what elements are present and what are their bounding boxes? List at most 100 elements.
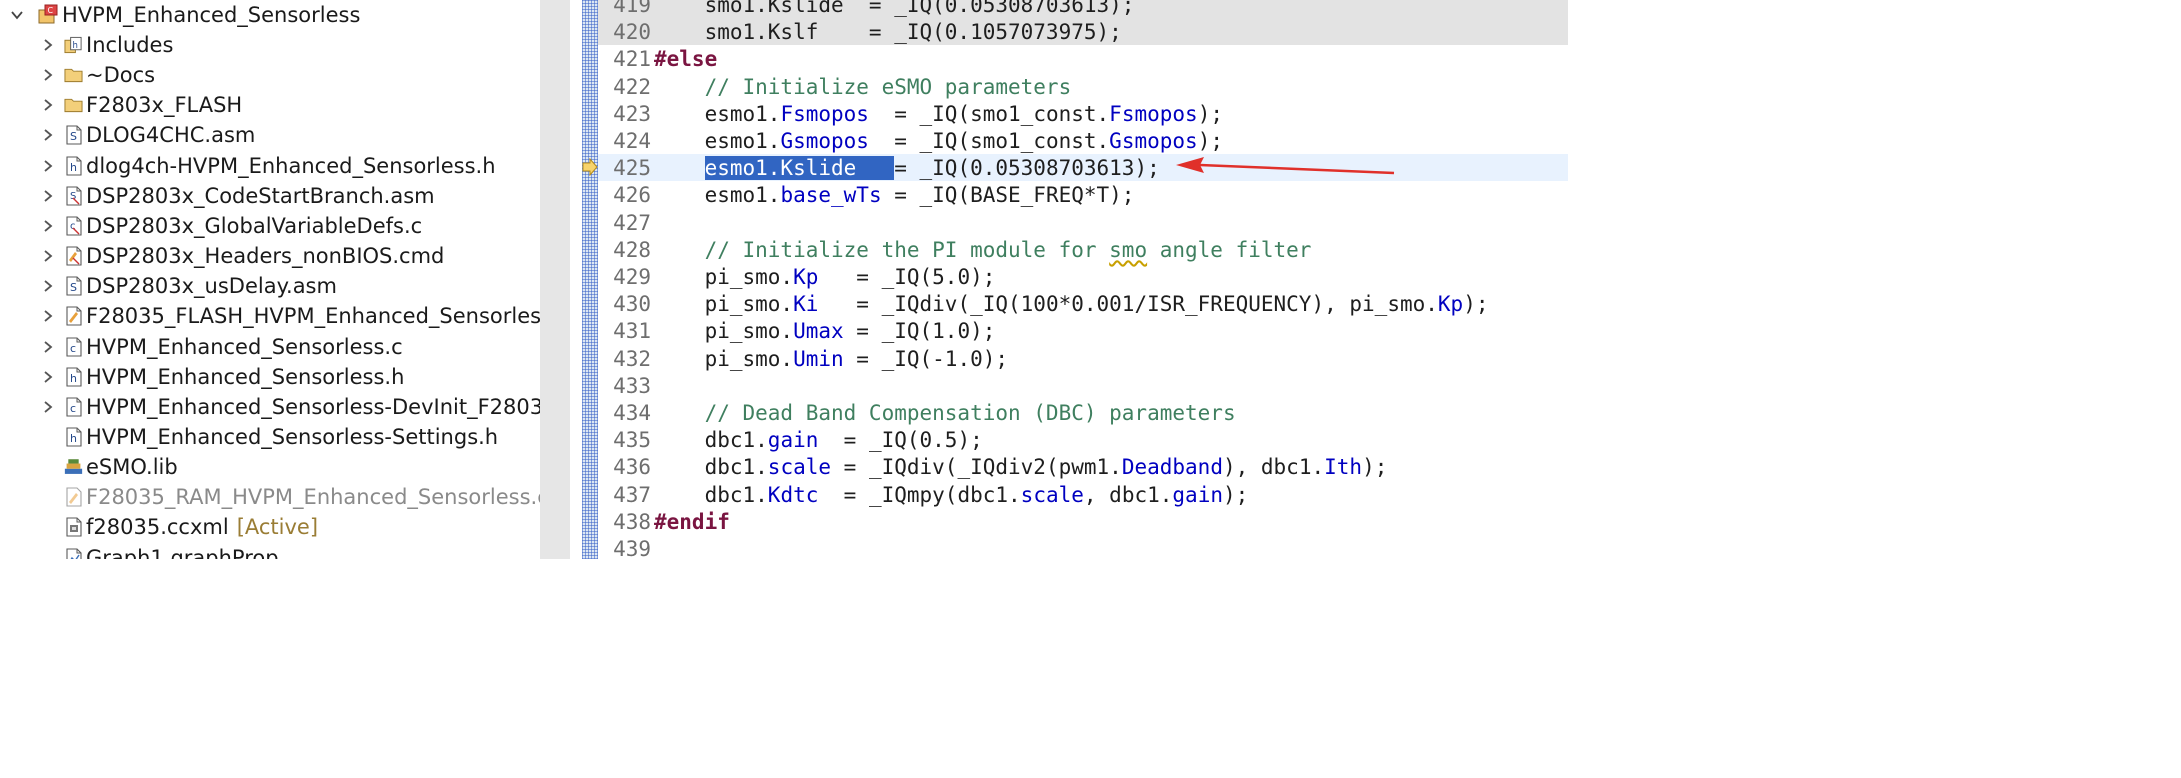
- tree-item[interactable]: h HVPM_Enhanced_Sensorless.h: [0, 362, 540, 392]
- chevron-right-icon[interactable]: [40, 67, 56, 83]
- tree-item[interactable]: S DLOG4CHC.asm: [0, 120, 540, 150]
- tree-item-label: eSMO.lib: [86, 455, 178, 480]
- tree-item[interactable]: f28035.ccxml [Active]: [0, 512, 540, 542]
- code-line[interactable]: 433: [598, 372, 1568, 399]
- code-line[interactable]: 435 dbc1.gain = _IQ(0.5);: [598, 426, 1568, 453]
- chevron-right-icon[interactable]: [40, 248, 56, 264]
- line-number: 422: [613, 74, 651, 99]
- tree-item[interactable]: Graph1.graphProp: [0, 543, 540, 559]
- tree-item[interactable]: h dlog4ch-HVPM_Enhanced_Sensorless.h: [0, 151, 540, 181]
- tree-item-label: ~Docs: [86, 63, 156, 88]
- code-line[interactable]: 421 #else: [598, 45, 1568, 72]
- code-text[interactable]: esmo1.Fsmopos = _IQ(smo1_const.Fsmopos);: [654, 102, 1223, 126]
- code-text[interactable]: pi_smo.Umax = _IQ(1.0);: [654, 319, 996, 343]
- code-text[interactable]: #else: [654, 47, 717, 71]
- chevron-right-icon[interactable]: [40, 399, 56, 415]
- tree-item[interactable]: DSP2803x_Headers_nonBIOS.cmd: [0, 241, 540, 271]
- line-number: 433: [613, 373, 651, 398]
- code-line[interactable]: 430 pi_smo.Ki = _IQdiv(_IQ(100*0.001/ISR…: [598, 290, 1568, 317]
- code-text[interactable]: esmo1.base_wTs = _IQ(BASE_FREQ*T);: [654, 183, 1135, 207]
- tree-item[interactable]: S DSP2803x_CodeStartBranch.asm: [0, 181, 540, 211]
- chevron-right-icon[interactable]: [40, 278, 56, 294]
- code-text[interactable]: dbc1.gain = _IQ(0.5);: [654, 428, 983, 452]
- code-line[interactable]: 429 pi_smo.Kp = _IQ(5.0);: [598, 263, 1568, 290]
- chevron-right-icon[interactable]: [40, 158, 56, 174]
- code-line[interactable]: 423 esmo1.Fsmopos = _IQ(smo1_const.Fsmop…: [598, 100, 1568, 127]
- c-file-icon: c: [64, 336, 83, 357]
- line-number: 430: [613, 292, 651, 317]
- code-line[interactable]: 425 esmo1.Kslide = _IQ(0.05308703613);: [598, 154, 1568, 182]
- code-text[interactable]: pi_smo.Kp = _IQ(5.0);: [654, 265, 996, 289]
- code-line[interactable]: 427: [598, 209, 1568, 236]
- current-instruction-arrow-icon[interactable]: [582, 158, 598, 176]
- line-number: 421: [613, 47, 651, 72]
- code-text[interactable]: // Initialize eSMO parameters: [654, 75, 1072, 99]
- code-line[interactable]: 424 esmo1.Gsmopos = _IQ(smo1_const.Gsmop…: [598, 127, 1568, 154]
- code-line[interactable]: 422 // Initialize eSMO parameters: [598, 73, 1568, 100]
- code-line[interactable]: 438 #endif: [598, 508, 1568, 535]
- tree-item-label: Graph1.graphProp: [86, 545, 279, 559]
- code-text[interactable]: // Dead Band Compensation (DBC) paramete…: [654, 401, 1236, 425]
- chevron-right-icon[interactable]: [40, 308, 56, 324]
- tree-item-label: DSP2803x_usDelay.asm: [86, 274, 337, 299]
- code-text[interactable]: dbc1.Kdtc = _IQmpy(dbc1.scale, dbc1.gain…: [654, 483, 1249, 507]
- code-line[interactable]: 432 pi_smo.Umin = _IQ(-1.0);: [598, 345, 1568, 372]
- code-text[interactable]: smo1.Kslide = _IQ(0.05308703613);: [654, 0, 1135, 17]
- code-line[interactable]: 428 // Initialize the PI module for smo …: [598, 236, 1568, 263]
- code-text[interactable]: #endif: [654, 510, 730, 534]
- code-text[interactable]: smo1.Kslf = _IQ(0.1057073975);: [654, 20, 1122, 44]
- code-text[interactable]: pi_smo.Ki = _IQdiv(_IQ(100*0.001/ISR_FRE…: [654, 292, 1489, 316]
- tree-item[interactable]: c HVPM_Enhanced_Sensorless-DevInit_F2803: [0, 392, 540, 422]
- header-file-icon: h: [64, 156, 83, 176]
- code-line[interactable]: 437 dbc1.Kdtc = _IQmpy(dbc1.scale, dbc1.…: [598, 481, 1568, 508]
- code-text[interactable]: esmo1.Kslide = _IQ(0.05308703613);: [654, 156, 1160, 181]
- active-config-tag: [Active]: [236, 515, 319, 540]
- code-text[interactable]: esmo1.Gsmopos = _IQ(smo1_const.Gsmopos);: [654, 129, 1223, 153]
- line-number: 427: [613, 210, 651, 235]
- tree-item[interactable]: c HVPM_Enhanced_Sensorless.c: [0, 332, 540, 362]
- header-file-icon: h: [64, 427, 83, 447]
- code-line[interactable]: 420 smo1.Kslf = _IQ(0.1057073975);: [598, 18, 1568, 46]
- chevron-right-icon[interactable]: [40, 37, 56, 53]
- tree-project-root[interactable]: C HVPM_Enhanced_Sensorless: [0, 0, 540, 30]
- code-text[interactable]: dbc1.scale = _IQdiv(_IQdiv2(pwm1.Deadban…: [654, 455, 1388, 479]
- chevron-right-icon[interactable]: [40, 127, 56, 143]
- chevron-right-icon[interactable]: [40, 369, 56, 385]
- project-name: HVPM_Enhanced_Sensorless: [62, 3, 361, 27]
- annotation-arrow: [1176, 157, 1395, 175]
- chevron-down-icon[interactable]: [9, 7, 25, 23]
- chevron-right-icon[interactable]: [40, 218, 56, 234]
- tree-item[interactable]: ~Docs: [0, 60, 540, 90]
- tree-item[interactable]: c DSP2803x_GlobalVariableDefs.c: [0, 211, 540, 241]
- code-editor[interactable]: 419 smo1.Kslide = _IQ(0.05308703613); 420…: [598, 0, 1568, 559]
- header-file-icon: h: [64, 367, 83, 387]
- line-number: 436: [613, 455, 651, 480]
- code-line[interactable]: 436 dbc1.scale = _IQdiv(_IQdiv2(pwm1.Dea…: [598, 453, 1568, 480]
- linked-asm-file-icon: S: [64, 186, 83, 206]
- tree-item[interactable]: eSMO.lib: [0, 452, 540, 482]
- tree-item[interactable]: F28035_RAM_HVPM_Enhanced_Sensorless.c: [0, 482, 540, 512]
- code-line[interactable]: 426 esmo1.base_wTs = _IQ(BASE_FREQ*T);: [598, 181, 1568, 208]
- line-number: 438: [613, 509, 651, 534]
- tree-item[interactable]: h Includes: [0, 30, 540, 60]
- code-line[interactable]: 434 // Dead Band Compensation (DBC) para…: [598, 399, 1568, 426]
- code-text[interactable]: pi_smo.Umin = _IQ(-1.0);: [654, 347, 1008, 371]
- code-text[interactable]: // Initialize the PI module for smo angl…: [654, 238, 1312, 262]
- tree-item-label: HVPM_Enhanced_Sensorless-Settings.h: [86, 424, 499, 449]
- line-number: 428: [613, 237, 651, 262]
- tree-item-label: HVPM_Enhanced_Sensorless.h: [86, 364, 405, 389]
- tree-item[interactable]: S DSP2803x_usDelay.asm: [0, 271, 540, 301]
- code-line[interactable]: 419 smo1.Kslide = _IQ(0.05308703613);: [598, 0, 1568, 18]
- tree-item[interactable]: F28035_FLASH_HVPM_Enhanced_Sensorless: [0, 301, 540, 331]
- code-line[interactable]: 439: [598, 535, 1568, 559]
- code-line[interactable]: 431 pi_smo.Umax = _IQ(1.0);: [598, 317, 1568, 344]
- chevron-right-icon[interactable]: [40, 188, 56, 204]
- tree-item[interactable]: h HVPM_Enhanced_Sensorless-Settings.h: [0, 422, 540, 452]
- view-splitter[interactable]: [540, 0, 570, 559]
- chevron-right-icon[interactable]: [40, 339, 56, 355]
- tree-item[interactable]: F2803x_FLASH: [0, 90, 540, 120]
- excluded-cmd-file-icon: [64, 487, 83, 507]
- linked-c-file-icon: c: [64, 216, 83, 236]
- chevron-right-icon[interactable]: [40, 97, 56, 113]
